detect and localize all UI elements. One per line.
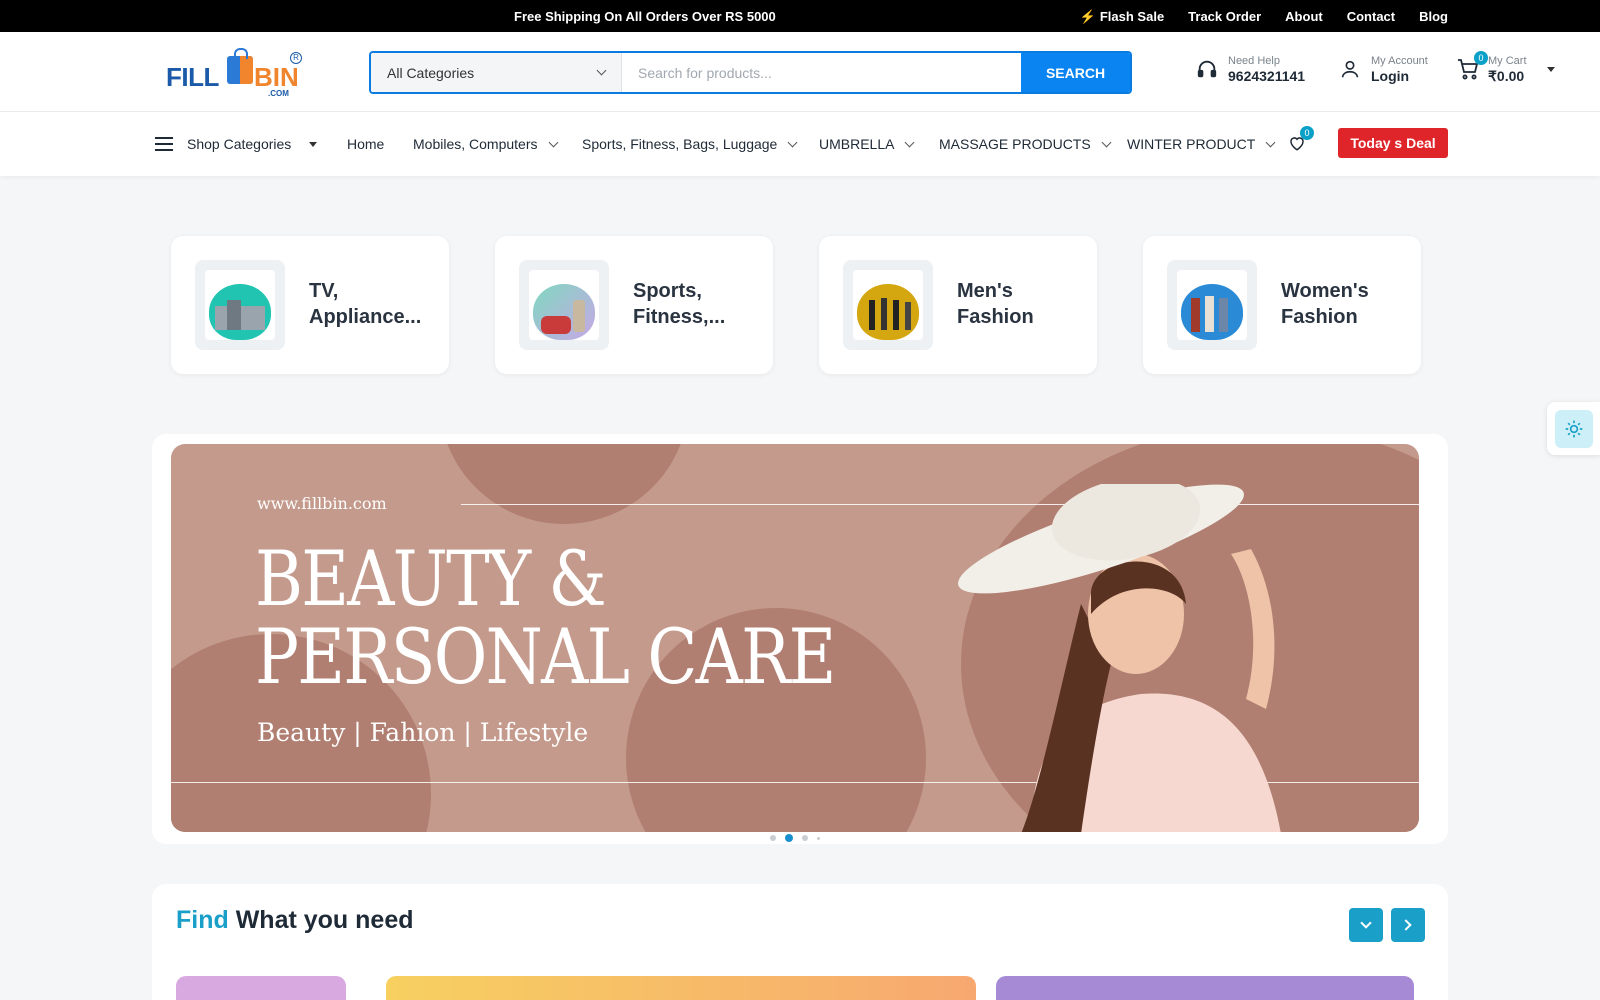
headset-icon [1197, 60, 1217, 78]
category-image [195, 260, 285, 350]
chevron-down-icon [787, 137, 798, 147]
banner-subtitle: Beauty | Fahion | Lifestyle [257, 718, 589, 747]
next-button[interactable] [1391, 908, 1425, 942]
track-order-link[interactable]: Track Order [1188, 9, 1261, 25]
chevron-down-icon [905, 137, 915, 147]
contact-link[interactable]: Contact [1347, 9, 1395, 25]
about-link[interactable]: About [1285, 9, 1323, 25]
collection-card[interactable] [176, 976, 346, 1000]
find-section: Find What you need [152, 884, 1448, 1000]
shop-categories-menu[interactable]: Shop Categories [155, 136, 318, 152]
search-input[interactable] [622, 53, 1021, 92]
nav-umbrella[interactable]: UMBRELLA [819, 136, 915, 152]
category-select[interactable]: All Categories [371, 53, 622, 92]
banner-model-image [958, 484, 1281, 832]
wishlist-button[interactable]: 0 [1288, 126, 1314, 154]
nav-winter-product[interactable]: WINTER PRODUCT [1127, 136, 1276, 152]
category-cards: TV, Appliance... Sports, Fitness,... Men… [152, 212, 1448, 412]
header: FILL BIN .COM R All Categories SEARCH Ne… [0, 32, 1600, 112]
slider-dots [770, 834, 820, 842]
chevron-down-icon [548, 137, 558, 147]
cart-label: My Cart [1488, 55, 1527, 67]
theme-toggle[interactable] [1547, 402, 1600, 455]
chevron-down-icon [1101, 137, 1112, 147]
account-link[interactable]: My Account Login [1339, 54, 1428, 84]
cart-total: ₹0.00 [1488, 68, 1525, 84]
caret-down-icon [1546, 66, 1555, 72]
login-text: Login [1371, 68, 1410, 84]
top-links: ⚡ Flash Sale Track Order About Contact Bl… [1080, 9, 1448, 25]
help-contact[interactable]: Need Help 9624321141 [1196, 54, 1305, 84]
category-card-tv[interactable]: TV, Appliance... [171, 236, 449, 374]
nav-massage-products[interactable]: MASSAGE PRODUCTS [939, 136, 1112, 152]
chevron-down-icon [1265, 137, 1276, 147]
category-image [843, 260, 933, 350]
slide-dot[interactable] [802, 835, 808, 841]
section-title: Find What you need [176, 906, 414, 934]
user-icon [1341, 60, 1359, 78]
category-image [519, 260, 609, 350]
shipping-notice: Free Shipping On All Orders Over RS 5000 [514, 9, 776, 24]
top-bar: Free Shipping On All Orders Over RS 5000… [0, 0, 1600, 32]
chevron-right-icon [1400, 919, 1412, 931]
banner-site-url: www.fillbin.com [257, 494, 387, 513]
chevron-down-icon [596, 65, 607, 76]
category-label: Men's Fashion [957, 280, 1034, 328]
hamburger-icon [155, 137, 173, 151]
category-card-mens-fashion[interactable]: Men's Fashion [819, 236, 1097, 374]
help-phone: 9624321141 [1228, 68, 1306, 84]
cart-count-badge: 0 [1474, 51, 1488, 65]
nav-mobiles-computers[interactable]: Mobiles, Computers [413, 136, 558, 152]
search-bar: All Categories SEARCH [369, 51, 1132, 94]
chevron-down-icon [1360, 917, 1372, 929]
sun-icon [1565, 420, 1583, 438]
category-image [1167, 260, 1257, 350]
category-card-womens-fashion[interactable]: Women's Fashion [1143, 236, 1421, 374]
shopping-bag-icon [227, 48, 253, 84]
blog-link[interactable]: Blog [1419, 9, 1448, 25]
bolt-icon: ⚡ [1079, 9, 1096, 24]
nav-home[interactable]: Home [347, 136, 384, 152]
banner-headline: BEAUTY & PERSONAL CARE [255, 534, 836, 701]
nav-sports-fitness[interactable]: Sports, Fitness, Bags, Luggage [582, 136, 798, 152]
category-card-sports[interactable]: Sports, Fitness,... [495, 236, 773, 374]
flash-sale-link[interactable]: ⚡ Flash Sale [1080, 9, 1165, 25]
category-label: TV, Appliance... [309, 280, 422, 328]
help-label: Need Help [1228, 55, 1280, 67]
hero-slider: www.fillbin.com BEAUTY & PERSONAL CARE B… [152, 434, 1448, 844]
todays-deal-button[interactable]: Today s Deal [1338, 128, 1448, 158]
caret-down-icon [309, 141, 318, 147]
main-nav: Shop Categories Home Mobiles, Computers … [0, 112, 1600, 176]
slide-dot[interactable] [770, 835, 776, 841]
slide-dot-active[interactable] [785, 834, 793, 842]
prev-button[interactable] [1349, 908, 1383, 942]
cart-link[interactable]: 0 My Cart ₹0.00 [1456, 51, 1555, 84]
category-label: Sports, Fitness,... [633, 280, 726, 328]
account-label: My Account [1371, 55, 1428, 67]
site-logo[interactable]: FILL BIN .COM R [166, 48, 306, 98]
collection-card[interactable] [996, 976, 1414, 1000]
slide-dot[interactable] [817, 836, 820, 840]
hero-banner[interactable]: www.fillbin.com BEAUTY & PERSONAL CARE B… [171, 444, 1419, 832]
search-button[interactable]: SEARCH [1021, 53, 1130, 92]
category-label: Women's Fashion [1281, 280, 1369, 328]
collection-card[interactable] [386, 976, 976, 1000]
wishlist-count-badge: 0 [1300, 126, 1314, 140]
